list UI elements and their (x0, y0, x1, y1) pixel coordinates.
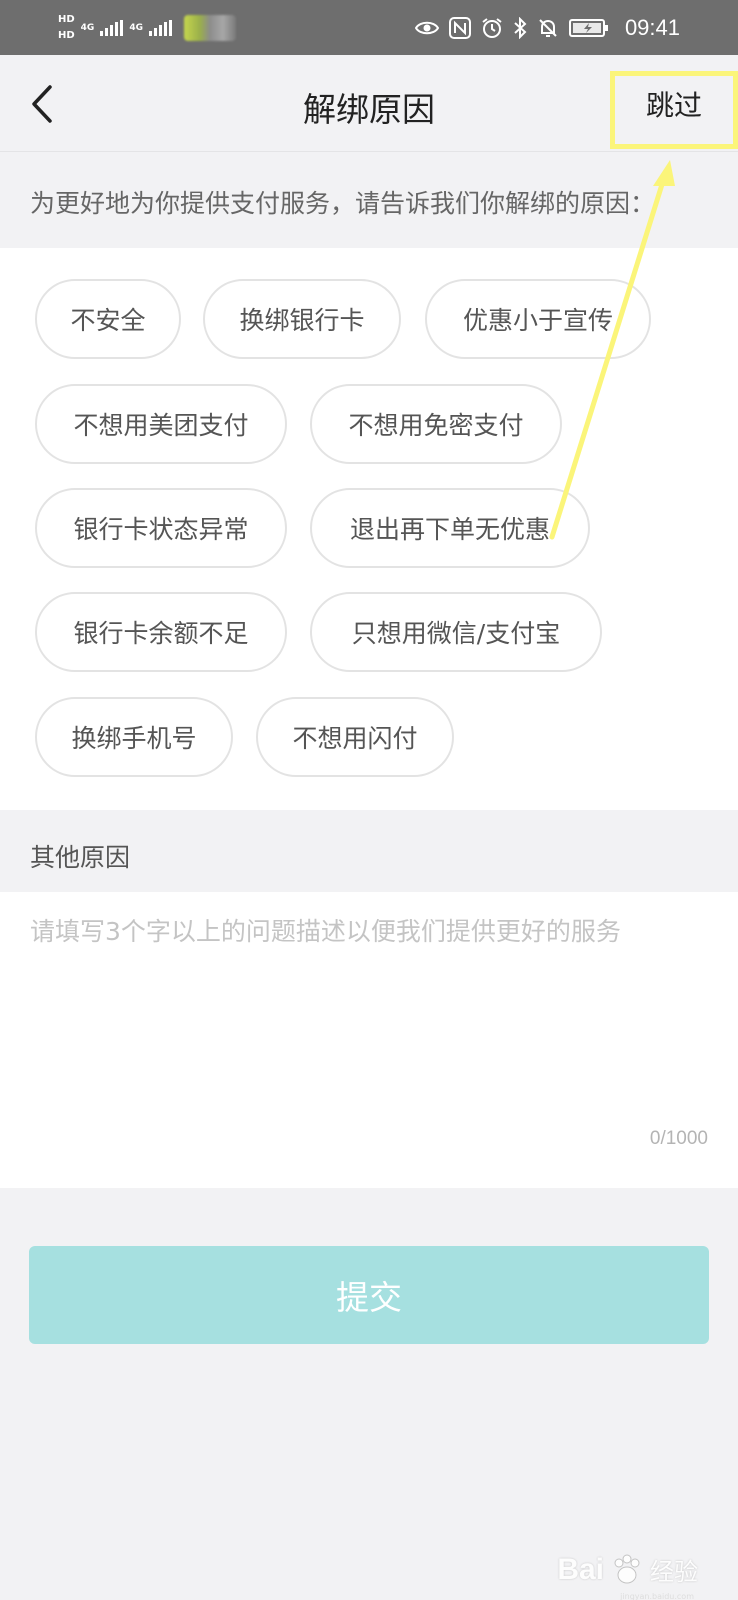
skip-highlight-box: 跳过 (610, 71, 738, 149)
status-time: 09:41 (624, 14, 680, 40)
baidu-watermark: Bai 经验 (557, 1552, 698, 1587)
alarm-icon (482, 17, 502, 38)
skip-button[interactable]: 跳过 (615, 84, 733, 124)
blurred-carrier-icon (183, 15, 236, 41)
hd-indicators: HD HD (58, 13, 75, 43)
other-reason-panel: 0/1000 (0, 892, 738, 1188)
status-right: 09:41 (414, 0, 680, 55)
char-counter: 0/1000 (649, 1128, 708, 1149)
other-reason-input[interactable] (30, 912, 710, 1112)
network-label-2: 4G (129, 23, 143, 33)
reason-chip[interactable]: 优惠小于宣传 (425, 279, 651, 359)
nav-bar: 解绑原因 跳过 (0, 55, 738, 152)
reason-chip[interactable]: 不想用免密支付 (310, 384, 562, 464)
reason-chip[interactable]: 只想用微信/支付宝 (310, 592, 602, 672)
network-label-1: 4G (80, 23, 95, 33)
mute-icon (539, 18, 557, 37)
submit-button[interactable]: 提交 (29, 1246, 709, 1344)
status-bar: HD HD 4G 4G 09:41 (0, 0, 738, 55)
reason-chip[interactable]: 银行卡状态异常 (35, 488, 287, 568)
signal-icon (148, 20, 172, 36)
battery-icon (568, 18, 608, 37)
hd-label-1: HD (58, 14, 75, 25)
reason-list: 不安全 换绑银行卡 优惠小于宣传 不想用美团支付 不想用免密支付 银行卡状态异常… (0, 248, 738, 810)
watermark-url: jingyan.baidu.com (620, 1592, 694, 1600)
bluetooth-icon (514, 16, 527, 39)
reason-chip[interactable]: 银行卡余额不足 (35, 592, 287, 672)
reason-chip[interactable]: 不想用美团支付 (35, 384, 287, 464)
reason-chip[interactable]: 不安全 (35, 279, 181, 359)
watermark-suffix: 经验 (650, 1558, 698, 1586)
other-reason-label: 其他原因 (30, 843, 131, 872)
eye-icon (414, 21, 439, 34)
reason-chip[interactable]: 换绑银行卡 (203, 279, 401, 359)
watermark-brand: Bai (557, 1552, 604, 1586)
nfc-icon (448, 16, 471, 39)
status-left: HD HD 4G 4G (58, 8, 236, 48)
hd-label-2: HD (58, 30, 75, 41)
reason-chip[interactable]: 换绑手机号 (35, 697, 233, 777)
reason-chip[interactable]: 不想用闪付 (256, 697, 454, 777)
paw-icon (614, 1554, 640, 1583)
hint-text: 为更好地为你提供支付服务，请告诉我们你解绑的原因： (30, 189, 656, 218)
reason-chip[interactable]: 退出再下单无优惠 (310, 488, 590, 568)
signal-icon (100, 20, 124, 36)
